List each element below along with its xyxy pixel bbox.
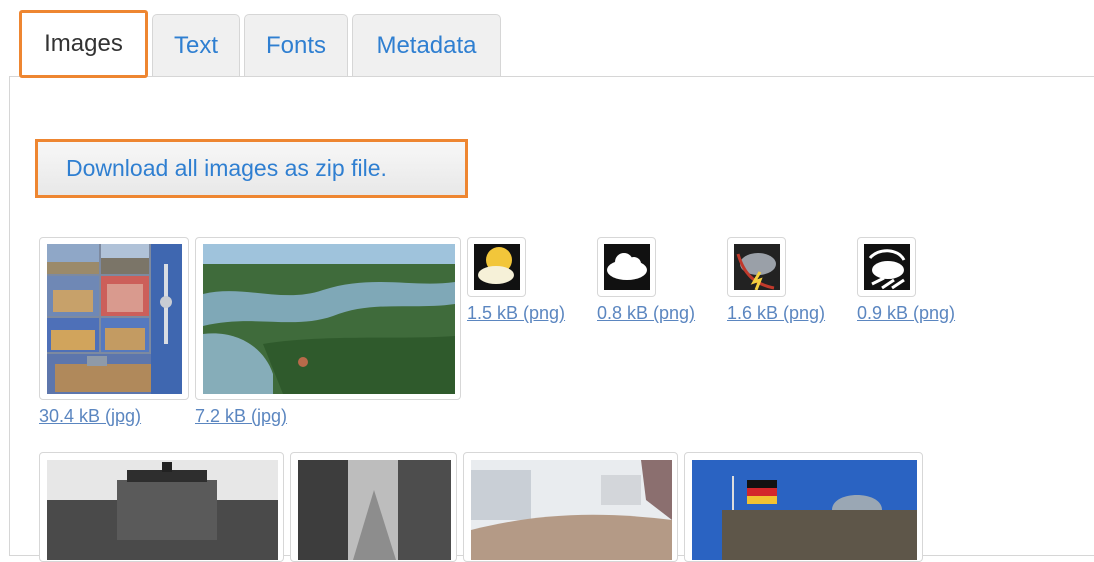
berlin-collage-image xyxy=(47,244,182,394)
thumbnail-reichstag-flags[interactable] xyxy=(684,452,923,562)
image-size-link-6[interactable]: 0.9 kB (png) xyxy=(857,303,955,324)
image-size-link-2[interactable]: 7.2 kB (jpg) xyxy=(195,406,287,427)
thumbnail-wind[interactable] xyxy=(857,237,916,297)
thumbnail-aerial-lake[interactable] xyxy=(195,237,461,400)
image-size-link-4[interactable]: 0.8 kB (png) xyxy=(597,303,695,324)
download-zip-button[interactable]: Download all images as zip file. xyxy=(35,139,468,198)
thumbnail-cloud[interactable] xyxy=(597,237,656,297)
thumbnail-thunderstorm[interactable] xyxy=(727,237,786,297)
tab-text-label: Text xyxy=(173,32,218,59)
thumbnail-berlin-collage[interactable] xyxy=(39,237,189,400)
image-size-link-5[interactable]: 1.6 kB (png) xyxy=(727,303,825,324)
reichstag-flags-image xyxy=(692,460,917,560)
ruined-street-image xyxy=(298,460,451,560)
sun-cloud-icon xyxy=(474,244,520,290)
thumbnail-winter-wall[interactable] xyxy=(463,452,678,562)
tab-fonts-label: Fonts xyxy=(265,32,327,59)
wind-icon xyxy=(864,244,910,290)
tab-images-label: Images xyxy=(44,30,123,57)
tab-metadata-label: Metadata xyxy=(376,32,477,59)
aerial-lake-image xyxy=(203,244,455,394)
tab-fonts[interactable]: Fonts xyxy=(244,14,348,77)
winter-wall-image xyxy=(471,460,672,560)
thumbnail-historic-gate[interactable] xyxy=(39,452,284,562)
image-size-link-1[interactable]: 30.4 kB (jpg) xyxy=(39,406,141,427)
thunderstorm-icon xyxy=(734,244,780,290)
thumbnail-ruined-street[interactable] xyxy=(290,452,457,562)
tab-text[interactable]: Text xyxy=(152,14,240,77)
cloud-icon xyxy=(604,244,650,290)
tab-metadata[interactable]: Metadata xyxy=(352,14,501,77)
thumbnail-sun-cloud[interactable] xyxy=(467,237,526,297)
tab-images[interactable]: Images xyxy=(19,10,148,78)
download-zip-label: Download all images as zip file. xyxy=(66,155,387,181)
historic-gate-image xyxy=(47,460,278,560)
image-size-link-3[interactable]: 1.5 kB (png) xyxy=(467,303,565,324)
tab-bar: Images Text Fonts Metadata xyxy=(0,0,1094,78)
